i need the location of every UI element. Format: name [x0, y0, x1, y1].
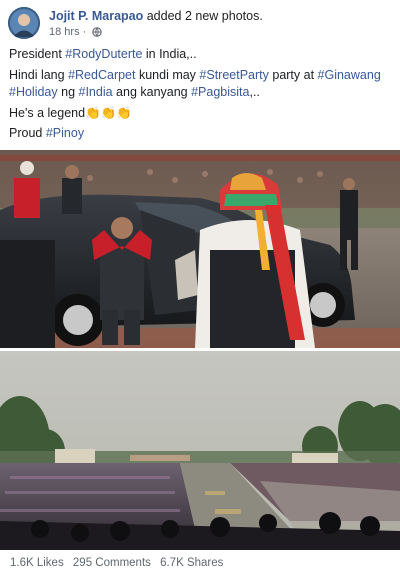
text: in India,.. [142, 47, 197, 61]
post-text-line-3: #Holiday ng #India ang kanyang #Pagbisit… [9, 85, 260, 100]
post-meta: 18 hrs · [49, 26, 103, 39]
clapping-hands-emoji: 👏👏👏 [85, 106, 132, 120]
hashtag-link[interactable]: #Ginawang [318, 68, 381, 82]
text: ,.. [249, 85, 260, 99]
post-stats: 1.6K Likes 295 Comments 6.7K Shares [10, 557, 229, 569]
text: kundi may [135, 68, 200, 82]
comments-count[interactable]: 295 Comments [73, 557, 151, 569]
meta-separator: · [82, 26, 87, 39]
post-timestamp[interactable]: 18 hrs [49, 26, 80, 38]
hashtag-link[interactable]: #India [79, 85, 113, 99]
hashtag-link[interactable]: #Holiday [9, 85, 58, 99]
text: ng [57, 85, 79, 99]
hashtag-link[interactable]: #RedCarpet [68, 68, 135, 82]
post-header: Jojit P. Marapao added 2 new photos. 18 … [8, 7, 392, 41]
hashtag-link[interactable]: #Pagbisita [191, 85, 249, 99]
text: ang kanyang [112, 85, 192, 99]
avatar[interactable] [8, 7, 40, 39]
globe-icon[interactable] [92, 27, 103, 37]
shares-count[interactable]: 6.7K Shares [160, 557, 223, 569]
post-text-line-2: Hindi lang #RedCarpet kundi may #StreetP… [9, 68, 381, 83]
post-text-line-5: Proud #Pinoy [9, 126, 84, 141]
post-text-line-1: President #RodyDuterte in India,.. [9, 47, 197, 62]
likes-count[interactable]: 1.6K Likes [10, 557, 64, 569]
post-text-line-4: He's a legend👏👏👏 [9, 106, 132, 121]
text: He's a legend [9, 106, 86, 120]
author-name[interactable]: Jojit P. Marapao [49, 9, 143, 23]
post-photo-2[interactable] [0, 351, 400, 550]
text: party at [268, 68, 318, 82]
hashtag-link[interactable]: #RodyDuterte [65, 47, 142, 61]
post-action-text: added 2 new photos. [146, 9, 263, 23]
post-title-line: Jojit P. Marapao added 2 new photos. [49, 9, 263, 23]
hashtag-link[interactable]: #Pinoy [46, 126, 84, 140]
text: Proud [9, 126, 46, 140]
text: Hindi lang [9, 68, 69, 82]
post-photo-1[interactable] [0, 150, 400, 348]
text: President [9, 47, 66, 61]
hashtag-link[interactable]: #StreetParty [199, 68, 268, 82]
